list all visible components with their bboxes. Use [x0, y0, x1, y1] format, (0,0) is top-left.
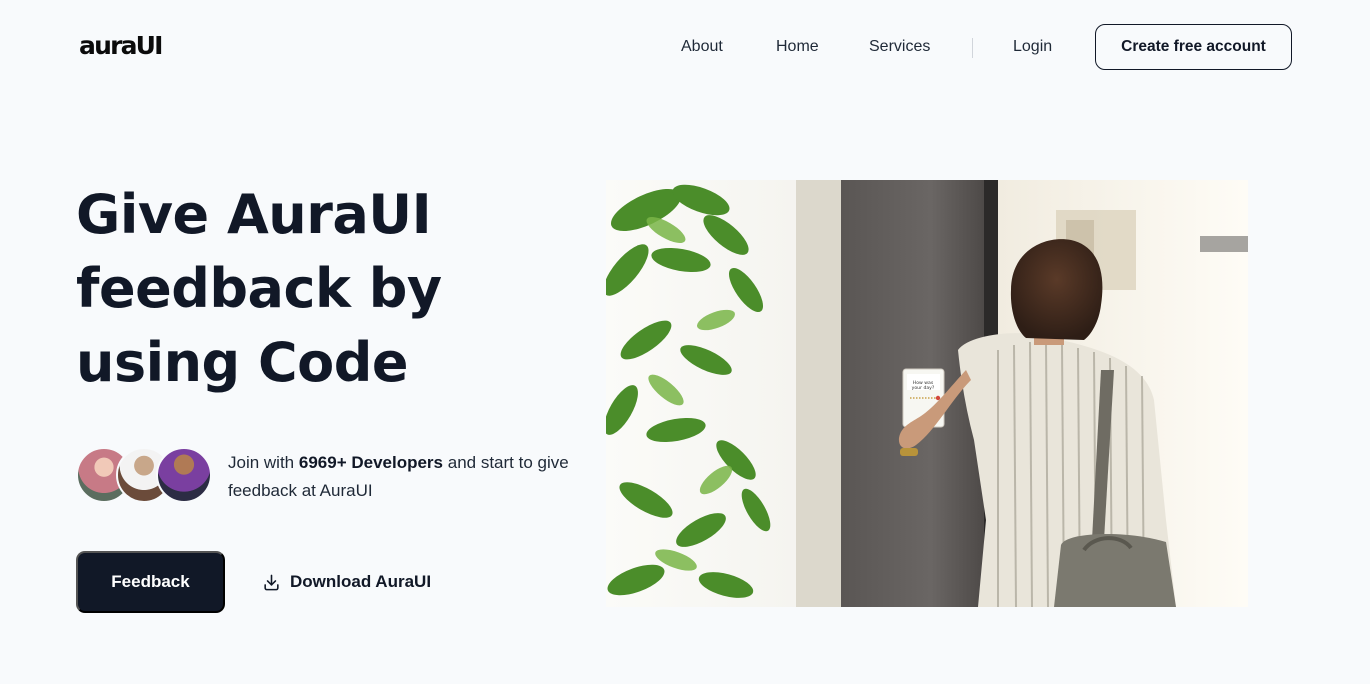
- nav-link-login[interactable]: Login: [1013, 38, 1052, 56]
- join-prefix: Join with: [228, 453, 299, 472]
- create-account-button[interactable]: Create free account: [1095, 24, 1292, 70]
- brand-logo[interactable]: auraUI: [79, 31, 163, 60]
- hero-title-line-3: using Code: [76, 331, 409, 394]
- hero-title-line-2: feedback by: [76, 257, 442, 320]
- svg-text:your day?: your day?: [912, 385, 935, 391]
- download-label: Download AuraUI: [290, 572, 432, 591]
- developer-avatars: [76, 447, 216, 503]
- nav-link-services[interactable]: Services: [869, 38, 930, 56]
- feedback-button[interactable]: Feedback: [76, 551, 225, 613]
- hero-title-line-1: Give AuraUI: [76, 183, 432, 246]
- hero-photo: How was your day?: [606, 180, 1248, 607]
- download-auraui-button[interactable]: Download AuraUI: [262, 570, 431, 594]
- hero-image: How was your day?: [606, 180, 1248, 607]
- join-developers-text: Join with 6969+ Developers and start to …: [228, 449, 588, 505]
- avatar: [156, 447, 212, 503]
- nav-divider: [972, 38, 973, 58]
- nav-link-home[interactable]: Home: [776, 38, 819, 56]
- download-icon: [264, 574, 279, 590]
- hero-title: Give AuraUI feedback by using Code: [76, 178, 516, 400]
- developer-count: 6969+ Developers: [298, 453, 444, 472]
- landing-page: auraUI About Home Services Login Create …: [0, 0, 1370, 684]
- nav-link-about[interactable]: About: [681, 38, 723, 56]
